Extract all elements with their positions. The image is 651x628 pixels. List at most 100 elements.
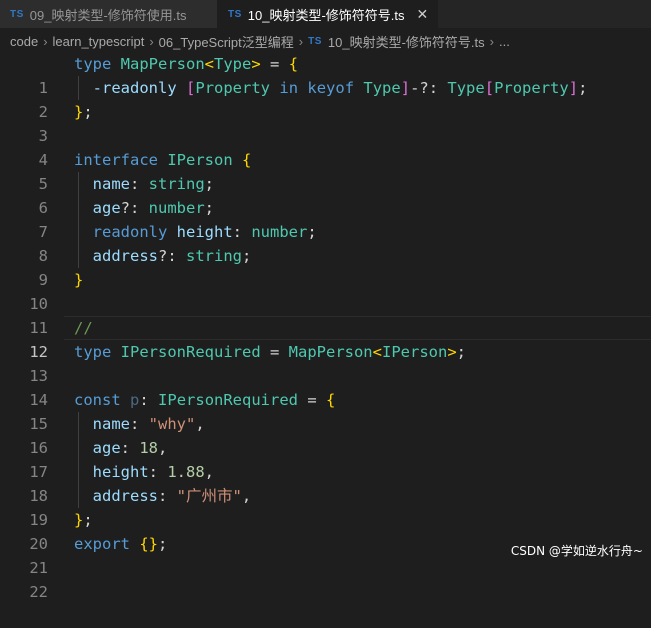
- code-line-15[interactable]: 15 const p: IPersonRequired = {: [0, 388, 651, 433]
- typescript-file-icon: TS: [308, 35, 322, 47]
- token-punct: ;: [158, 535, 168, 553]
- token-bracket: {: [326, 391, 336, 409]
- breadcrumb-item-learn-typescript[interactable]: learn_typescript: [53, 34, 145, 49]
- token-punct: =: [298, 391, 327, 409]
- token-string: "why": [148, 415, 196, 433]
- code-line-3[interactable]: 3 };: [0, 100, 651, 145]
- token-punct: ;: [242, 247, 252, 265]
- chevron-right-icon: ›: [298, 33, 304, 49]
- token-bracket: [: [186, 79, 196, 97]
- code-line-19[interactable]: 19 address: "广州市",: [0, 484, 651, 529]
- token-property: name: [92, 415, 130, 433]
- token-keyword: interface: [74, 151, 158, 169]
- token-keyword: type: [74, 55, 112, 73]
- close-icon[interactable]: ✕: [417, 6, 429, 23]
- tab-10-mapping-modifiers-symbols[interactable]: TS 10_映射类型-修饰符符号.ts ✕: [218, 0, 438, 28]
- token-bracket: <: [204, 55, 215, 73]
- breadcrumb-item-symbol[interactable]: ...: [499, 34, 510, 49]
- token-modifier: -readonly: [92, 79, 177, 97]
- code-line-22[interactable]: 22: [0, 556, 651, 601]
- token-punct: ?:: [158, 247, 186, 265]
- watermark: CSDN @学如逆水行舟~: [510, 544, 643, 558]
- code-line-8[interactable]: 8 readonly height: number;: [0, 220, 651, 265]
- code-line-13[interactable]: 13 type IPersonRequired = MapPerson<IPer…: [0, 340, 651, 385]
- code-editor[interactable]: 1 type MapPerson<Type> = { 2 -readonly […: [0, 52, 651, 601]
- code-line-16[interactable]: 16 name: "why",: [0, 412, 651, 457]
- token-type: number: [148, 199, 205, 217]
- token-punct: ;: [456, 343, 467, 361]
- line-number: 22: [29, 583, 48, 601]
- token-bracket: }: [74, 511, 84, 529]
- code-line-1[interactable]: 1 type MapPerson<Type> = {: [0, 52, 651, 97]
- token-number: 18: [139, 439, 159, 457]
- token-bracket: <: [372, 343, 382, 361]
- token-keyword: readonly: [92, 223, 168, 241]
- token-punct: =: [260, 343, 289, 361]
- token-bracket: >: [251, 55, 261, 73]
- code-line-18[interactable]: 18 height: 1.88,: [0, 460, 651, 505]
- token-punct: ,: [204, 463, 215, 481]
- tab-label: 10_映射类型-修饰符符号.ts: [247, 7, 405, 23]
- token-property: address: [92, 487, 158, 505]
- token-punct: :: [232, 223, 252, 241]
- token-property: address: [92, 247, 158, 265]
- token-property: age: [92, 199, 121, 217]
- token-keyword: type: [74, 343, 112, 361]
- token-type: Property: [195, 79, 271, 97]
- token-type: Property: [494, 79, 569, 97]
- code-line-20[interactable]: 20 };: [0, 508, 651, 553]
- token-bracket: {: [242, 151, 252, 169]
- chevron-right-icon: ›: [489, 33, 494, 49]
- code-line-2[interactable]: 2 -readonly [Property in keyof Type]-?: …: [0, 76, 651, 121]
- editor-tab-bar: TS 09_映射类型-修饰符使用.ts TS 10_映射类型-修饰符符号.ts …: [0, 0, 651, 28]
- token-bracket: {}: [139, 535, 159, 553]
- typescript-file-icon: TS: [228, 8, 242, 20]
- token-keyword: in: [279, 79, 299, 97]
- breadcrumb-item-code[interactable]: code: [10, 34, 38, 49]
- token-bracket: [: [484, 79, 495, 97]
- typescript-file-icon: TS: [10, 8, 24, 20]
- token-punct: ;: [204, 199, 215, 217]
- token-type: Type: [447, 79, 485, 97]
- code-line-10[interactable]: 10 }: [0, 268, 651, 313]
- token-punct: ,: [241, 487, 252, 505]
- code-line-14[interactable]: 14: [0, 364, 651, 409]
- token-type: IPerson: [382, 343, 448, 361]
- breadcrumb-item-folder[interactable]: 06_TypeScript泛型编程: [159, 32, 294, 51]
- token-type: MapPerson: [120, 55, 205, 73]
- token-punct: ;: [204, 175, 215, 193]
- code-line-17[interactable]: 17 age: 18,: [0, 436, 651, 481]
- token-punct: ,: [158, 439, 168, 457]
- code-line-6[interactable]: 6 name: string;: [0, 172, 651, 217]
- token-punct: :: [148, 463, 168, 481]
- token-type: Type: [214, 55, 252, 73]
- token-punct: ;: [578, 79, 588, 97]
- token-type: IPerson: [167, 151, 233, 169]
- token-property: age: [92, 439, 121, 457]
- code-line-5[interactable]: 5 interface IPerson {: [0, 148, 651, 193]
- code-line-4[interactable]: 4: [0, 124, 651, 169]
- token-keyword: keyof: [307, 79, 355, 97]
- code-line-9[interactable]: 9 address?: string;: [0, 244, 651, 289]
- token-punct: ?:: [120, 199, 149, 217]
- token-number: 1.88: [167, 463, 205, 481]
- token-variable: p: [130, 391, 140, 409]
- token-type: string: [148, 175, 205, 193]
- token-type: number: [251, 223, 308, 241]
- token-punct: :: [158, 487, 177, 505]
- token-bracket: {: [288, 55, 299, 73]
- token-bracket: }: [74, 271, 84, 289]
- code-line-7[interactable]: 7 age?: number;: [0, 196, 651, 241]
- token-punct: =: [260, 55, 289, 73]
- token-keyword: export: [74, 535, 130, 553]
- chevron-right-icon: ›: [149, 33, 154, 49]
- token-punct: ;: [83, 103, 93, 121]
- breadcrumb-item-file[interactable]: 10_映射类型-修饰符符号.ts: [328, 32, 485, 51]
- token-punct: ;: [83, 511, 93, 529]
- token-punct: :: [130, 175, 149, 193]
- tab-09-mapping-modifiers-usage[interactable]: TS 09_映射类型-修饰符使用.ts: [0, 0, 218, 28]
- code-line-11[interactable]: 11: [0, 292, 651, 337]
- tab-label: 09_映射类型-修饰符使用.ts: [29, 7, 187, 23]
- code-line-12[interactable]: 12 //: [0, 316, 651, 361]
- token-type: string: [186, 247, 242, 265]
